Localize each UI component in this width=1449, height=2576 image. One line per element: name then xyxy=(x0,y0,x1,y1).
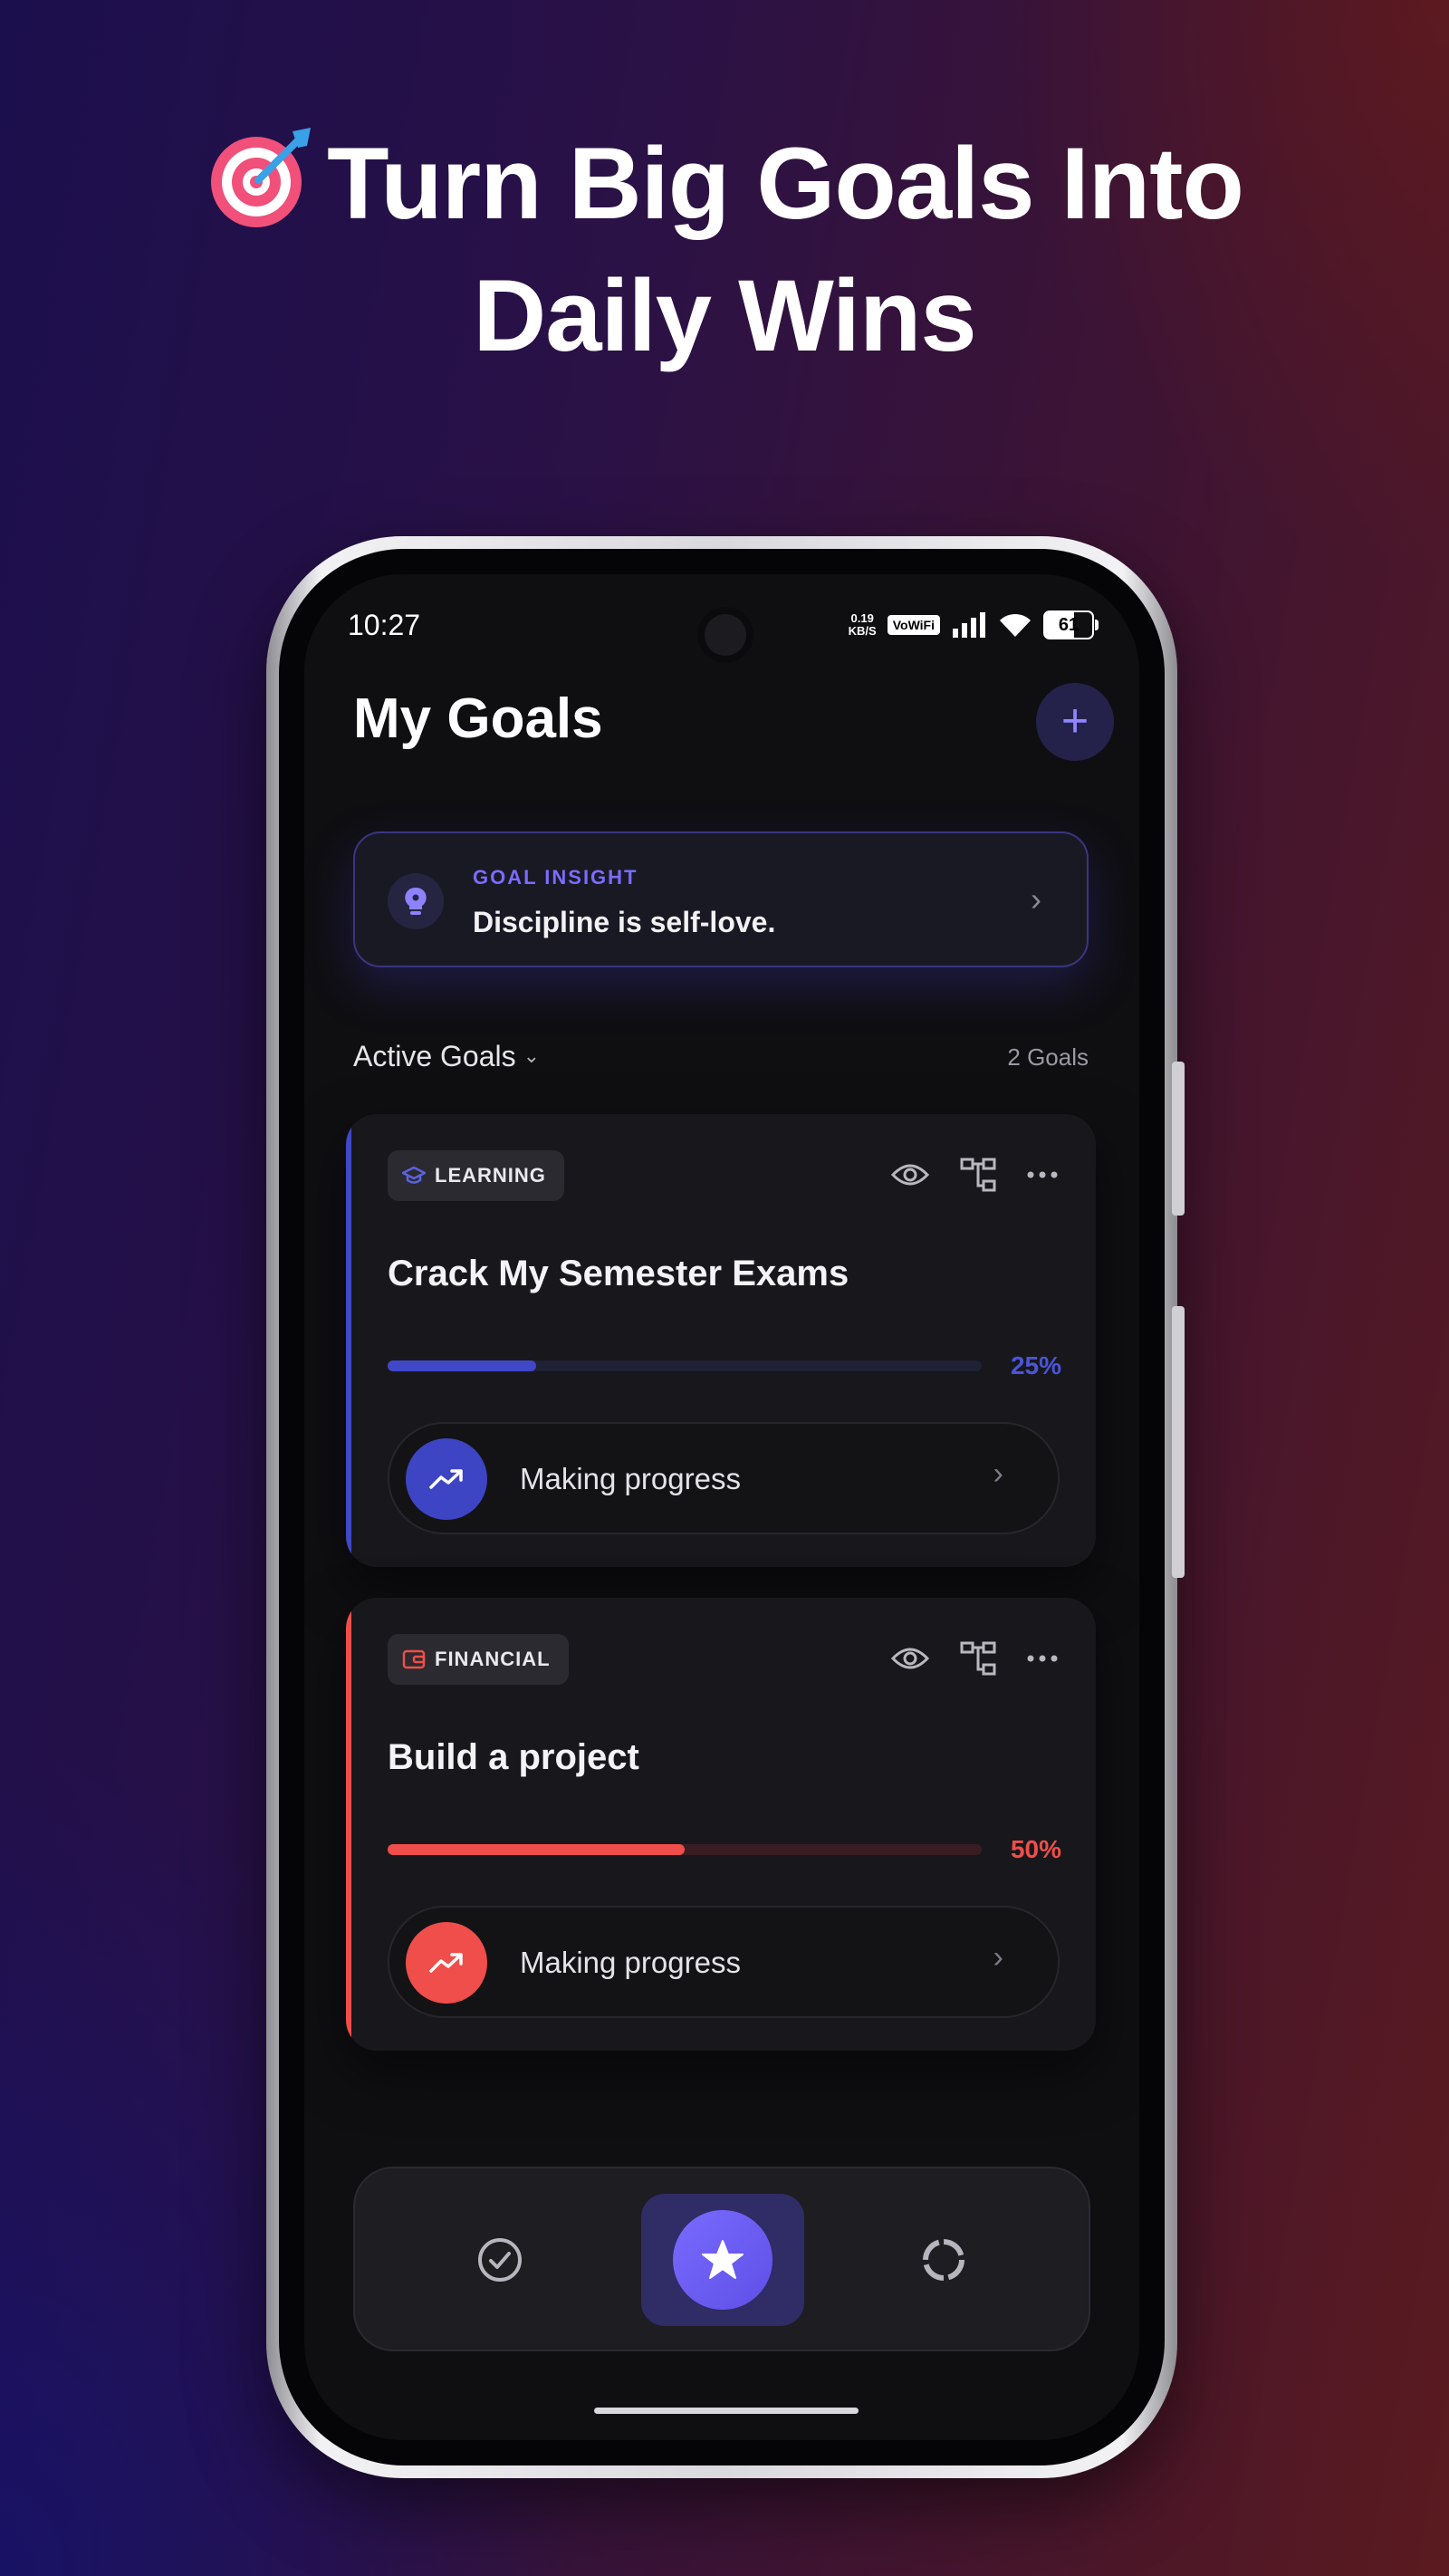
card-accent xyxy=(346,1598,351,2051)
chevron-down-icon: ⌄ xyxy=(523,1044,541,1067)
eye-icon[interactable] xyxy=(891,1646,929,1671)
progress-fill xyxy=(388,1844,685,1855)
goal-status-text: Making progress xyxy=(520,1462,741,1495)
net-speed: 0.19 KB/S xyxy=(849,612,877,638)
hierarchy-icon[interactable] xyxy=(960,1641,996,1676)
trend-up-icon xyxy=(406,1922,487,2004)
nav-goals-active[interactable] xyxy=(641,2194,804,2326)
progress-track xyxy=(388,1844,982,1855)
wallet-icon xyxy=(402,1649,426,1669)
status-time: 10:27 xyxy=(348,609,421,641)
goal-card-learning[interactable]: LEARNING Crack My Semester Exams 25% Mak… xyxy=(346,1114,1096,1567)
goal-status-row[interactable]: Making progress › xyxy=(388,1422,1060,1534)
chevron-right-icon: › xyxy=(1031,880,1041,918)
chevron-right-icon: › xyxy=(993,1456,1003,1491)
progress-percent: 25% xyxy=(1010,1351,1061,1379)
trend-up-icon xyxy=(406,1438,487,1520)
more-dots-icon[interactable] xyxy=(1027,1171,1058,1178)
card-actions xyxy=(891,1158,1058,1192)
star-button xyxy=(673,2210,772,2310)
hierarchy-icon[interactable] xyxy=(960,1158,996,1192)
home-indicator[interactable] xyxy=(594,2408,859,2414)
active-goals-filter[interactable]: Active Goals ⌄ xyxy=(353,1040,540,1073)
progress-percent: 50% xyxy=(1010,1835,1061,1863)
goal-insight-card[interactable]: GOAL INSIGHT Discipline is self-love. › xyxy=(353,831,1089,967)
goal-count: 2 Goals xyxy=(1007,1043,1089,1071)
nav-progress[interactable] xyxy=(862,2194,1025,2326)
insight-kicker: GOAL INSIGHT xyxy=(473,866,638,889)
category-tag: FINANCIAL xyxy=(388,1634,569,1685)
graduation-cap-icon xyxy=(402,1166,426,1184)
signal-icon xyxy=(953,612,985,638)
lightbulb-icon xyxy=(388,873,444,929)
more-dots-icon[interactable] xyxy=(1027,1655,1058,1662)
category-tag: LEARNING xyxy=(388,1150,564,1201)
wifi-icon xyxy=(1000,613,1031,637)
chevron-right-icon: › xyxy=(993,1940,1003,1975)
battery-level: 61 xyxy=(1058,615,1080,635)
battery-icon: 61 xyxy=(1043,610,1099,639)
category-label: FINANCIAL xyxy=(435,1648,551,1670)
eye-icon[interactable] xyxy=(891,1162,929,1187)
net-speed-unit: KB/S xyxy=(848,624,877,638)
headline-line-1: Turn Big Goals Into xyxy=(0,118,1449,250)
filter-label: Active Goals xyxy=(353,1040,516,1072)
bottom-nav xyxy=(353,2167,1090,2351)
check-circle-icon xyxy=(478,2238,522,2282)
card-actions xyxy=(891,1641,1058,1676)
goal-status-text: Making progress xyxy=(520,1946,741,1979)
net-speed-value: 0.19 xyxy=(850,611,874,625)
page-title: My Goals xyxy=(353,687,603,750)
category-label: LEARNING xyxy=(435,1164,546,1187)
phone-frame: 10:27 0.19 KB/S VoWiFi 61 My Goals + GOA… xyxy=(266,536,1185,2478)
nav-tasks[interactable] xyxy=(418,2194,581,2326)
goal-title: Crack My Semester Exams xyxy=(388,1254,849,1293)
headline-text-1: Turn Big Goals Into xyxy=(327,127,1244,240)
add-goal-button[interactable]: + xyxy=(1036,683,1114,761)
progress-ring-icon xyxy=(923,2239,964,2281)
vowifi-badge: VoWiFi xyxy=(887,615,940,635)
volume-button xyxy=(1172,1062,1185,1216)
progress-fill xyxy=(388,1360,536,1371)
app-screen: 10:27 0.19 KB/S VoWiFi 61 My Goals + GOA… xyxy=(304,574,1139,2440)
target-dart-icon xyxy=(211,128,312,227)
power-button xyxy=(1172,1306,1185,1578)
card-accent xyxy=(346,1114,351,1567)
goal-card-financial[interactable]: FINANCIAL Build a project 50% Making pro… xyxy=(346,1598,1096,2051)
front-camera xyxy=(697,607,753,663)
star-icon xyxy=(702,2240,744,2279)
headline: Turn Big Goals Into Daily Wins xyxy=(0,118,1449,382)
headline-text-2: Daily Wins xyxy=(473,259,976,372)
status-icons: 0.19 KB/S VoWiFi 61 xyxy=(849,610,1099,639)
goal-title: Build a project xyxy=(388,1737,639,1777)
progress-track xyxy=(388,1360,982,1371)
insight-quote: Discipline is self-love. xyxy=(473,906,776,938)
goal-status-row[interactable]: Making progress › xyxy=(388,1906,1060,2018)
